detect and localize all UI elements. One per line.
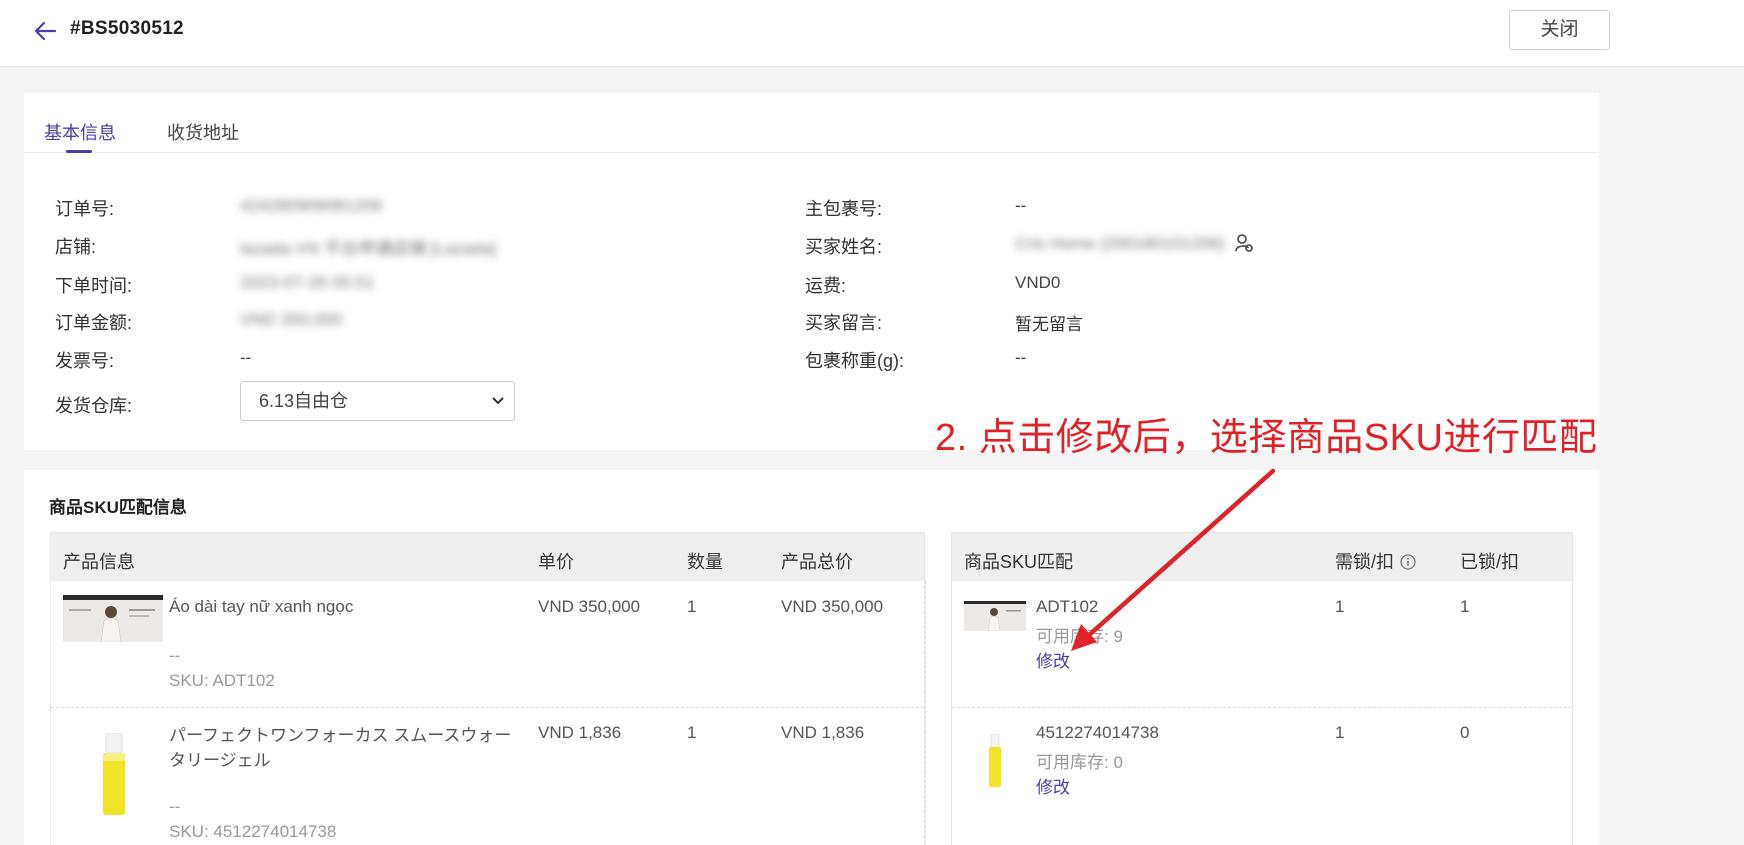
- col-unit-price: 单价: [538, 552, 574, 572]
- col-need-lock-label: 需锁/扣: [1335, 552, 1395, 572]
- sku-thumbnail-bottle: [989, 734, 1001, 787]
- sku-section-title: 商品SKU匹配信息: [49, 498, 187, 517]
- tab-basic-info[interactable]: 基本信息: [44, 119, 116, 145]
- product-name: Áo dài tay nữ xanh ngọc: [169, 597, 354, 616]
- col-locked: 已锁/扣: [1460, 552, 1520, 572]
- main-package-value: --: [1015, 196, 1027, 215]
- tab-bar: 基本信息 收货地址: [24, 93, 1599, 153]
- basic-info-card: 基本信息 收货地址 订单号: 424280909081209 店铺: lazad…: [24, 93, 1599, 450]
- order-time-label: 下单时间:: [55, 276, 133, 296]
- order-id-title: #BS5030512: [70, 18, 184, 39]
- order-time-value: 2023-07-26 05:51: [240, 273, 375, 292]
- warehouse-select[interactable]: 6.13自由仓: [240, 381, 515, 421]
- store-label: 店铺:: [55, 237, 97, 257]
- col-product-info: 产品信息: [63, 552, 135, 572]
- buyer-contact-icon[interactable]: [1234, 233, 1254, 253]
- product-table-header: 产品信息 单价 数量 产品总价: [51, 533, 924, 581]
- buyer-name-label: 买家姓名:: [805, 237, 883, 257]
- need-lock-value: 1: [1335, 723, 1345, 742]
- back-arrow-icon[interactable]: [30, 16, 60, 46]
- product-variant: --: [169, 797, 181, 816]
- product-total-price: VND 350,000: [781, 597, 884, 616]
- warehouse-selected-value: 6.13自由仓: [259, 391, 349, 411]
- package-weight-value: --: [1015, 348, 1027, 367]
- product-unit-price: VND 1,836: [538, 723, 622, 742]
- order-number-label: 订单号:: [55, 199, 115, 219]
- sku-thumbnail-dress: [964, 601, 1026, 631]
- product-name: パーフェクトワンフォーカス スムースウォータリージェル: [169, 726, 512, 770]
- product-table: 产品信息 单价 数量 产品总价 Áo dài tay nữ xanh ngọc …: [50, 532, 926, 845]
- tab-shipping-address[interactable]: 收货地址: [167, 119, 239, 145]
- order-amount-value: VND 350,000: [240, 310, 343, 329]
- col-total-price: 产品总价: [781, 552, 853, 572]
- row-divider: [51, 707, 924, 708]
- edit-sku-link[interactable]: 修改: [1036, 773, 1070, 798]
- product-quantity: 1: [687, 723, 697, 742]
- active-tab-indicator: [66, 150, 92, 153]
- need-lock-value: 1: [1335, 597, 1345, 616]
- close-button[interactable]: 关闭: [1509, 10, 1610, 50]
- matched-sku-code: ADT102: [1036, 597, 1099, 616]
- invoice-number-label: 发票号:: [55, 351, 115, 371]
- sku-match-table: 商品SKU匹配 需锁/扣 已锁/扣 ADT102 可用库存: 9 修改 1 1: [951, 532, 1573, 845]
- col-need-lock: 需锁/扣: [1335, 548, 1416, 574]
- col-sku-match: 商品SKU匹配: [964, 552, 1074, 572]
- shipping-fee-label: 运费:: [805, 276, 847, 296]
- tutorial-annotation: 2. 点击修改后，选择商品SKU进行匹配: [935, 417, 1598, 459]
- main-package-label: 主包裹号:: [805, 199, 883, 219]
- locked-value: 1: [1460, 597, 1470, 616]
- available-stock: 可用库存: 0: [1036, 753, 1123, 772]
- available-stock: 可用库存: 9: [1036, 627, 1123, 646]
- shipping-fee-value: VND0: [1015, 273, 1061, 292]
- product-thumbnail-dress: [63, 595, 163, 642]
- store-value: lazada-VN 平台申通店铺 [Lazada]: [240, 239, 497, 258]
- package-weight-label: 包裹称重(g):: [805, 351, 904, 371]
- product-unit-price: VND 350,000: [538, 597, 641, 616]
- column-divider: [925, 581, 926, 845]
- product-sku: SKU: ADT102: [169, 671, 275, 690]
- buyer-name-value: Cris Home (200180101206): [1015, 234, 1225, 253]
- invoice-number-value: --: [240, 348, 252, 367]
- product-total-price: VND 1,836: [781, 723, 865, 742]
- product-sku: SKU: 4512274014738: [169, 822, 337, 841]
- sku-match-card: 商品SKU匹配信息 产品信息 单价 数量 产品总价 Áo dài tay nữ …: [24, 470, 1599, 845]
- order-amount-label: 订单金额:: [55, 313, 133, 333]
- matched-sku-code: 4512274014738: [1036, 723, 1159, 742]
- row-divider: [952, 707, 1572, 708]
- product-quantity: 1: [687, 597, 697, 616]
- product-thumbnail-bottle: [103, 733, 125, 815]
- edit-sku-link[interactable]: 修改: [1036, 647, 1070, 672]
- product-variant: --: [169, 646, 181, 665]
- warehouse-label: 发货仓库:: [55, 396, 133, 416]
- top-bar: #BS5030512 关闭: [0, 0, 1744, 67]
- col-quantity: 数量: [687, 552, 723, 572]
- buyer-message-label: 买家留言:: [805, 313, 883, 333]
- locked-value: 0: [1460, 723, 1470, 742]
- buyer-message-value: 暂无留言: [1015, 315, 1083, 334]
- sku-match-table-header: 商品SKU匹配 需锁/扣 已锁/扣: [952, 533, 1572, 581]
- chevron-down-icon: [492, 397, 504, 405]
- order-number-value: 424280909081209: [240, 196, 382, 215]
- info-icon[interactable]: [1400, 554, 1416, 570]
